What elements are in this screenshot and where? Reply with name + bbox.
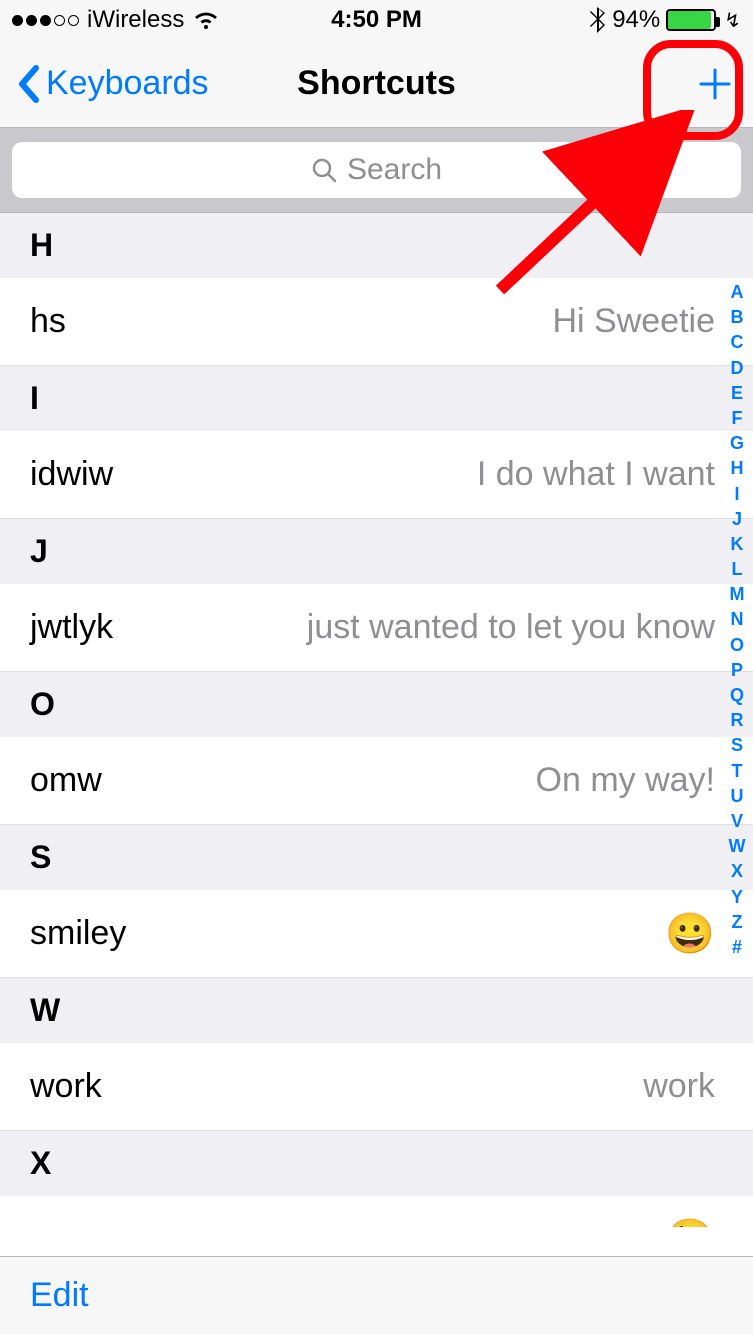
index-letter[interactable]: D xyxy=(731,356,744,381)
bottom-toolbar: Edit xyxy=(0,1256,753,1334)
shortcut-row[interactable]: jwtlyk just wanted to let you know xyxy=(0,584,753,672)
index-letter[interactable]: O xyxy=(730,633,744,658)
shortcut-phrase: just wanted to let you know xyxy=(133,608,715,647)
shortcut-row[interactable]: idwiw I do what I want xyxy=(0,431,753,519)
shortcut-key: work xyxy=(30,1067,102,1106)
page-title: Shortcuts xyxy=(297,64,456,103)
search-placeholder: Search xyxy=(347,153,442,187)
shortcut-key: xoxo xyxy=(30,1220,102,1227)
index-letter[interactable]: # xyxy=(732,935,742,960)
shortcut-row[interactable]: smiley 😀 xyxy=(0,890,753,978)
index-letter[interactable]: B xyxy=(731,305,744,330)
shortcut-row[interactable]: hs Hi Sweetie xyxy=(0,278,753,366)
search-bar: Search xyxy=(0,128,753,213)
wifi-icon xyxy=(192,9,220,31)
index-letter[interactable]: E xyxy=(731,381,743,406)
index-letter[interactable]: G xyxy=(730,431,744,456)
section-header: X xyxy=(0,1131,753,1196)
index-letter[interactable]: C xyxy=(731,330,744,355)
carrier-label: iWireless xyxy=(87,6,184,34)
signal-dots xyxy=(12,15,79,26)
index-letter[interactable]: X xyxy=(731,859,743,884)
shortcut-key: omw xyxy=(30,761,102,800)
index-letter[interactable]: N xyxy=(731,607,744,632)
section-header: O xyxy=(0,672,753,737)
section-header: H xyxy=(0,213,753,278)
shortcut-phrase: On my way! xyxy=(122,761,715,800)
index-letter[interactable]: Q xyxy=(730,683,744,708)
shortcut-phrase: Hi Sweetie xyxy=(86,302,715,341)
status-left: iWireless xyxy=(12,6,220,34)
index-letter[interactable]: H xyxy=(731,456,744,481)
shortcut-row[interactable]: xoxo 😘 xyxy=(0,1196,753,1227)
battery-icon xyxy=(666,9,716,31)
index-letter[interactable]: S xyxy=(731,733,743,758)
index-letter[interactable]: W xyxy=(729,834,746,859)
index-letter[interactable]: A xyxy=(731,280,744,305)
index-letter[interactable]: I xyxy=(734,482,739,507)
index-letter[interactable]: V xyxy=(731,809,743,834)
status-bar: iWireless 4:50 PM 94% ↯ xyxy=(0,0,753,40)
index-letter[interactable]: P xyxy=(731,658,743,683)
charging-icon: ↯ xyxy=(724,8,741,33)
section-header: J xyxy=(0,519,753,584)
back-button[interactable]: Keyboards xyxy=(16,64,209,104)
index-letter[interactable]: Y xyxy=(731,885,743,910)
shortcut-key: jwtlyk xyxy=(30,608,113,647)
shortcut-phrase: I do what I want xyxy=(133,455,715,494)
section-header: W xyxy=(0,978,753,1043)
index-letter[interactable]: M xyxy=(730,582,745,607)
shortcut-row[interactable]: omw On my way! xyxy=(0,737,753,825)
shortcut-key: smiley xyxy=(30,914,126,953)
search-input[interactable]: Search xyxy=(12,142,741,198)
index-letter[interactable]: Z xyxy=(732,910,743,935)
clock: 4:50 PM xyxy=(331,6,422,34)
nav-bar: Keyboards Shortcuts xyxy=(0,40,753,128)
add-button[interactable] xyxy=(693,62,737,106)
section-header: I xyxy=(0,366,753,431)
shortcut-key: hs xyxy=(30,302,66,341)
shortcut-phrase: work xyxy=(122,1067,715,1106)
battery-fill xyxy=(668,11,711,29)
alpha-index[interactable]: A B C D E F G H I J K L M N O P Q R S T … xyxy=(723,280,751,960)
shortcut-phrase: 😘 xyxy=(122,1216,715,1227)
index-letter[interactable]: T xyxy=(732,759,743,784)
status-right: 94% ↯ xyxy=(590,6,741,34)
edit-button[interactable]: Edit xyxy=(30,1276,89,1315)
index-letter[interactable]: J xyxy=(732,507,742,532)
shortcut-phrase: 😀 xyxy=(146,910,715,957)
chevron-left-icon xyxy=(16,64,40,104)
plus-icon xyxy=(695,64,735,104)
bluetooth-icon xyxy=(590,7,606,33)
index-letter[interactable]: L xyxy=(732,557,743,582)
shortcut-key: idwiw xyxy=(30,455,113,494)
shortcut-list[interactable]: H hs Hi Sweetie I idwiw I do what I want… xyxy=(0,213,753,1227)
index-letter[interactable]: R xyxy=(731,708,744,733)
battery-percent: 94% xyxy=(612,6,660,34)
index-letter[interactable]: F xyxy=(732,406,743,431)
shortcut-row[interactable]: work work xyxy=(0,1043,753,1131)
section-header: S xyxy=(0,825,753,890)
search-icon xyxy=(311,157,337,183)
back-label: Keyboards xyxy=(46,64,209,103)
index-letter[interactable]: U xyxy=(731,784,744,809)
index-letter[interactable]: K xyxy=(731,532,744,557)
